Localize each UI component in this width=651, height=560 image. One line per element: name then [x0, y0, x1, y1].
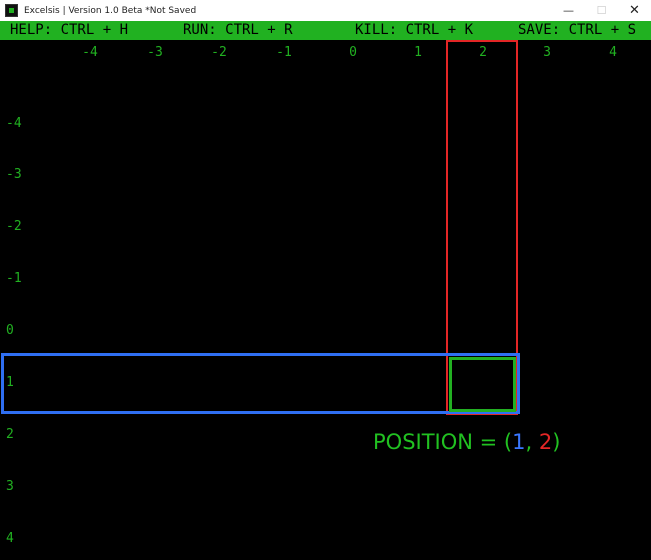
- column-label: -2: [211, 45, 227, 60]
- selected-row-highlight: [1, 353, 520, 414]
- column-label: 4: [609, 45, 617, 60]
- selected-cell[interactable]: [449, 357, 516, 412]
- minimize-icon[interactable]: —: [552, 0, 585, 21]
- column-label: 1: [414, 45, 422, 60]
- column-label: 0: [349, 45, 357, 60]
- position-column-value: 2: [538, 430, 553, 454]
- position-readout: POSITION = (1, 2): [373, 429, 560, 455]
- row-label: -4: [6, 116, 22, 131]
- help-shortcut: HELP: CTRL + H: [10, 22, 129, 38]
- position-row-value: 1: [512, 430, 526, 454]
- app-icon: [5, 4, 18, 17]
- shortcut-bar: HELP: CTRL + H RUN: CTRL + R KILL: CTRL …: [0, 21, 651, 40]
- kill-shortcut: KILL: CTRL + K: [355, 22, 474, 38]
- row-label: -3: [6, 167, 22, 182]
- row-label: 2: [6, 427, 14, 442]
- position-prefix: POSITION = (: [373, 430, 513, 454]
- column-label: 3: [543, 45, 551, 60]
- column-label: -3: [147, 45, 163, 60]
- position-separator: ,: [525, 430, 539, 454]
- window-title: Excelsis | Version 1.0 Beta *Not Saved: [24, 5, 197, 16]
- save-shortcut: SAVE: CTRL + S: [518, 22, 637, 38]
- title-bar[interactable]: Excelsis | Version 1.0 Beta *Not Saved —…: [0, 0, 651, 21]
- row-label: 0: [6, 323, 14, 338]
- maximize-icon[interactable]: ☐: [585, 0, 618, 21]
- close-icon[interactable]: ✕: [618, 0, 651, 21]
- column-label: -1: [276, 45, 292, 60]
- row-label: -1: [6, 271, 22, 286]
- app-window: Excelsis | Version 1.0 Beta *Not Saved —…: [0, 0, 651, 560]
- window-controls: — ☐ ✕: [552, 0, 651, 21]
- position-suffix: ): [552, 430, 561, 454]
- row-label: 4: [6, 531, 14, 546]
- row-label: -2: [6, 219, 22, 234]
- run-shortcut: RUN: CTRL + R: [183, 22, 293, 38]
- row-label: 3: [6, 479, 14, 494]
- column-label: -4: [82, 45, 98, 60]
